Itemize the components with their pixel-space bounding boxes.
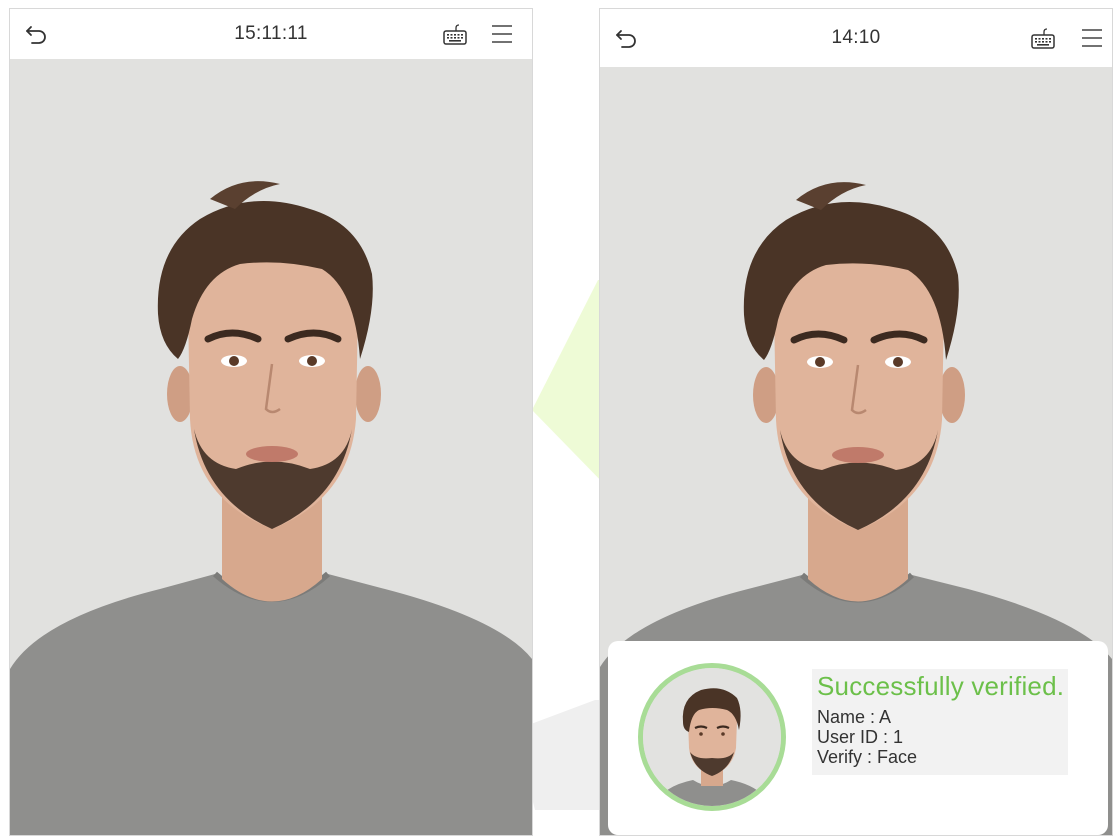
camera-preview <box>10 59 532 835</box>
verification-result-card: Successfully verified. Name : A User ID … <box>608 641 1108 835</box>
status-bar: 14:10 <box>600 9 1112 67</box>
keyboard-icon[interactable] <box>1030 27 1056 51</box>
verification-info-panel: Successfully verified. Name : A User ID … <box>812 669 1068 775</box>
avatar-face-photo <box>643 668 781 806</box>
status-bar: 15:11:11 <box>10 9 532 59</box>
person-photo <box>10 59 532 835</box>
user-id-line: User ID : 1 <box>817 727 904 747</box>
menu-icon[interactable] <box>490 22 514 46</box>
watermark-arrow-icon <box>532 280 610 490</box>
user-name-line: Name : A <box>817 707 892 727</box>
comparison-stage: 15:11:11 14:10 Successfully verified. Na… <box>0 0 1113 836</box>
verify-mode-line: Verify : Face <box>817 747 918 767</box>
keyboard-icon[interactable] <box>442 23 468 47</box>
device-screen-left: 15:11:11 <box>9 8 533 836</box>
menu-icon[interactable] <box>1080 26 1104 50</box>
verification-status-text: Successfully verified. <box>817 671 1065 701</box>
user-avatar <box>638 663 786 811</box>
device-screen-right: 14:10 Successfully verified. Name: A Us… <box>599 8 1113 836</box>
